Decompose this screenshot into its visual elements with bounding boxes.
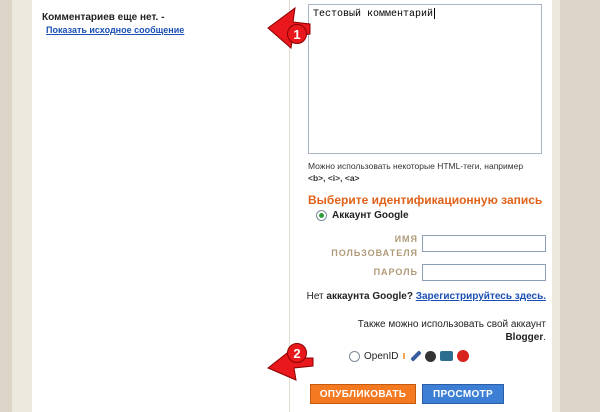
comments-column: Комментариев еще нет. - Показать исходно… — [32, 0, 290, 412]
typepad-icon — [439, 351, 453, 361]
password-label: ПАРОЛЬ — [373, 267, 418, 277]
comment-text: Тестовый комментарий — [313, 9, 434, 21]
comment-form: Тестовый комментарий Можно использовать … — [302, 0, 552, 412]
no-comments-text: Комментариев еще нет. - — [42, 12, 165, 23]
preview-button[interactable]: ПРОСМОТР — [422, 384, 504, 404]
openid-label: OpenID — [364, 350, 399, 362]
html-hint-tags: <b>, <i>, <a> — [308, 173, 360, 183]
show-source-link[interactable]: Показать исходное сообщение — [46, 25, 184, 35]
no-account-bold: аккаунта Google? — [326, 291, 413, 302]
username-label: ИМЯ ПОЛЬЗОВАТЕЛЯ — [322, 232, 418, 260]
text-caret — [434, 8, 436, 19]
livejournal-icon — [409, 350, 422, 362]
outer-border-left — [12, 0, 32, 412]
no-account-prefix: Нет — [306, 291, 324, 302]
blogger-label: Blogger — [505, 332, 544, 343]
openid-radio[interactable] — [349, 350, 360, 362]
html-hint: Можно использовать некоторые HTML-теги, … — [308, 160, 552, 184]
publish-button[interactable]: ОПУБЛИКОВАТЬ — [310, 384, 416, 404]
openid-icon: ı — [402, 349, 406, 362]
username-field[interactable] — [422, 235, 546, 252]
google-account-option[interactable]: Аккаунт Google — [316, 210, 409, 221]
password-field[interactable] — [422, 264, 546, 281]
outer-background-right — [560, 0, 600, 412]
no-account-text: Нет аккаунта Google? Зарегистрируйтесь з… — [302, 290, 546, 303]
username-label-line-1: ИМЯ — [394, 234, 418, 244]
html-hint-text: Можно использовать некоторые HTML-теги, … — [308, 161, 524, 171]
google-account-radio[interactable] — [316, 210, 327, 221]
aim-icon — [456, 350, 469, 362]
annotation-badge-2: 2 — [287, 343, 307, 363]
outer-background-left — [0, 0, 12, 412]
google-account-label: Аккаунт Google — [332, 210, 409, 221]
register-link[interactable]: Зарегистрируйтесь здесь. — [416, 291, 546, 302]
annotation-badge-1: 1 — [287, 24, 307, 44]
comment-textarea[interactable]: Тестовый комментарий — [308, 4, 542, 154]
also-text: Также можно использовать свой аккаунт — [357, 319, 546, 330]
identity-heading: Выберите идентификационную запись — [308, 193, 543, 207]
wordpress-icon — [424, 350, 436, 362]
blogger-account-text: Также можно использовать свой аккаунт Bl… — [357, 319, 546, 343]
username-label-line-2: ПОЛЬЗОВАТЕЛЯ — [331, 248, 418, 258]
openid-option[interactable]: OpenID ı — [349, 350, 469, 362]
